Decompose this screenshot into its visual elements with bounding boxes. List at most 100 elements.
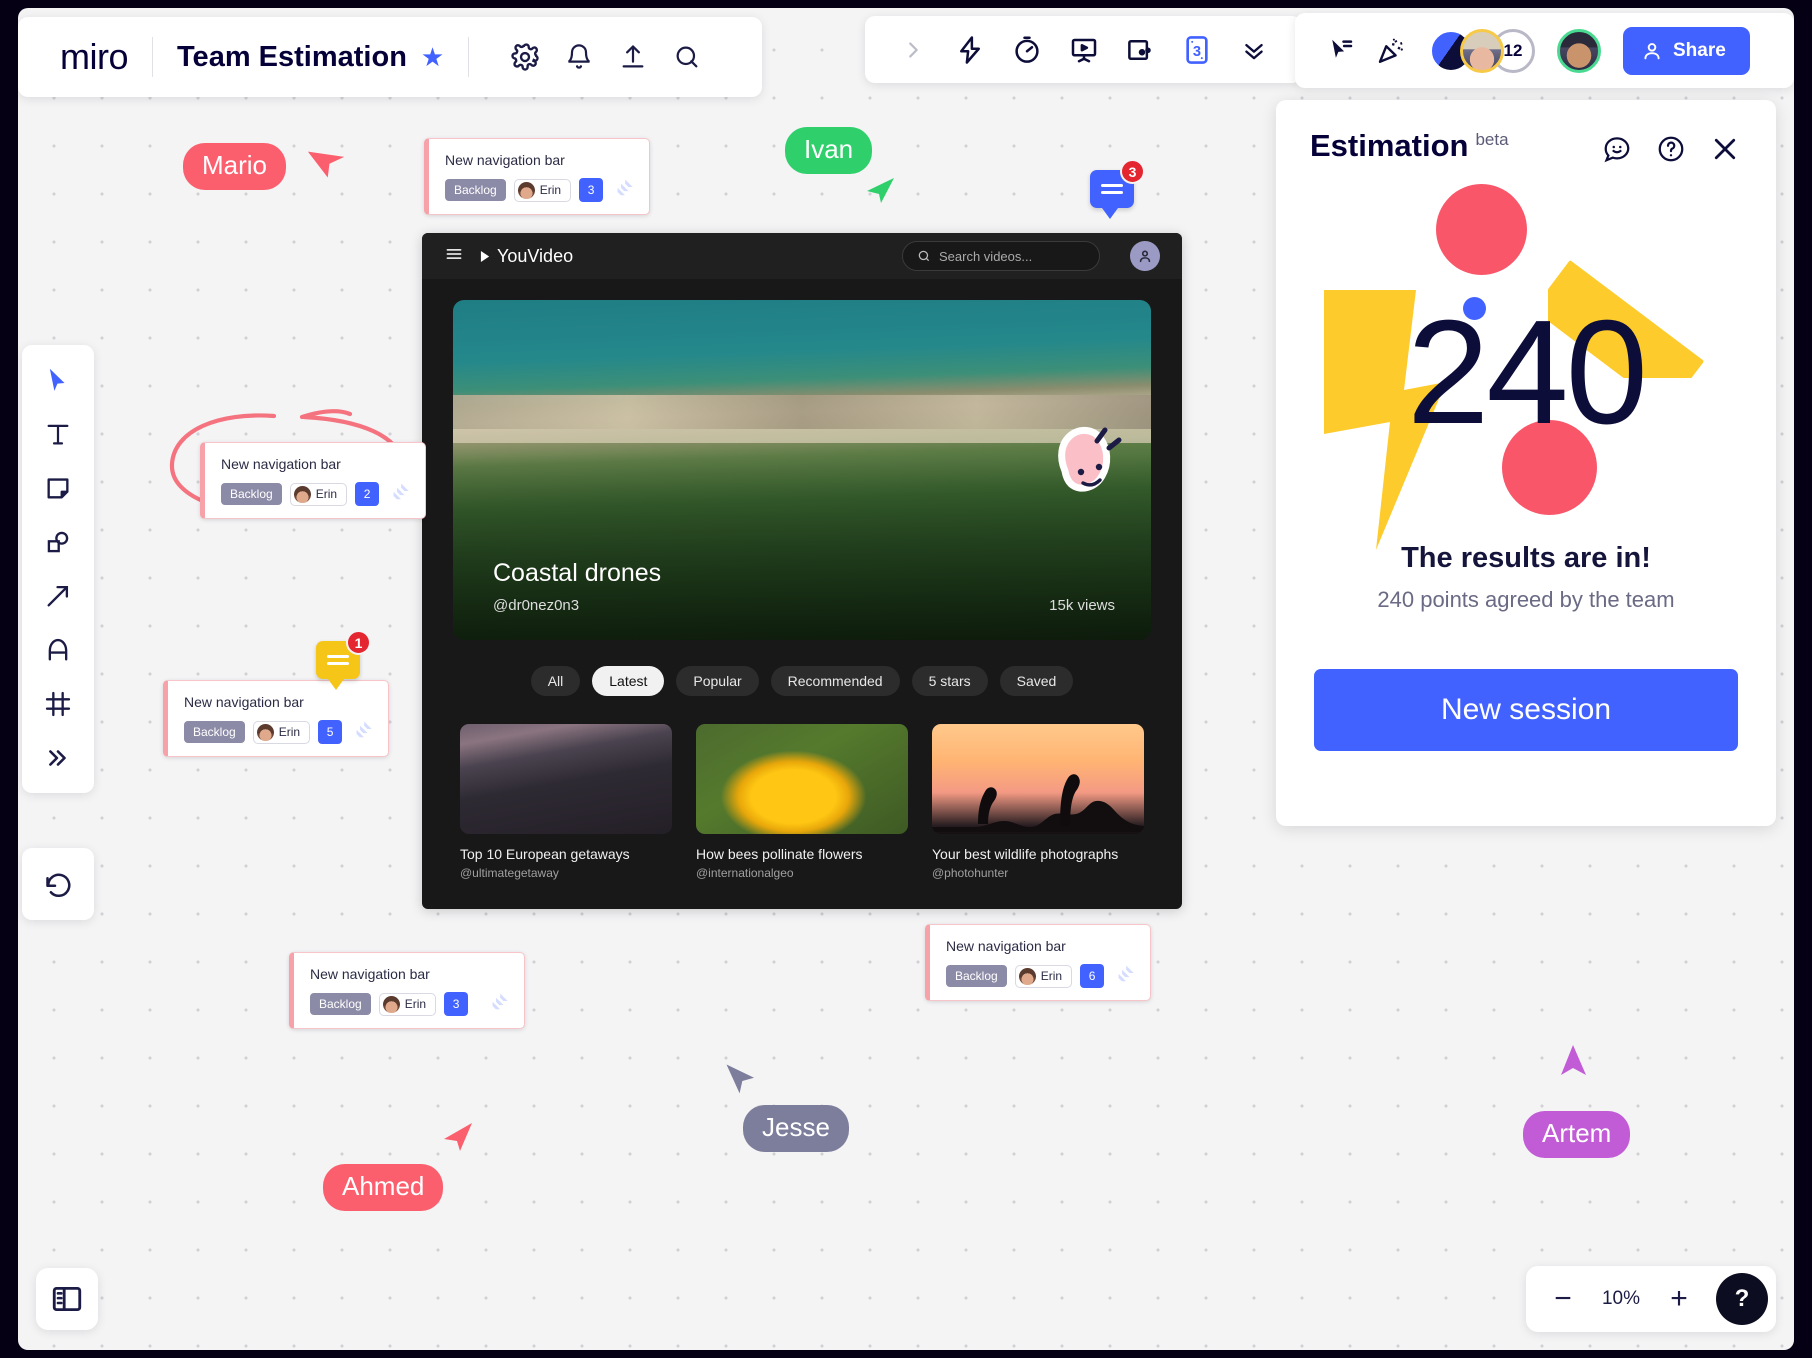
filter-pill[interactable]: Saved [999, 666, 1074, 696]
frame-tool[interactable] [35, 685, 81, 723]
red-circle-decoration [1436, 184, 1527, 275]
assignee-chip[interactable]: Erin [513, 178, 572, 202]
account-avatar[interactable] [1130, 241, 1160, 271]
star-icon[interactable]: ★ [421, 42, 444, 73]
cursor-arrow-jesse [726, 1064, 755, 1094]
help-button[interactable]: ? [1716, 1273, 1768, 1325]
featured-video-views: 15k views [1049, 597, 1115, 614]
timer-icon[interactable] [1006, 29, 1048, 71]
cursor-arrow-mario [308, 151, 345, 178]
app-toolbar: miro Team Estimation ★ [18, 17, 762, 97]
party-popper-icon[interactable] [1369, 29, 1413, 73]
connector-tool[interactable] [35, 577, 81, 615]
upload-icon[interactable] [611, 35, 655, 79]
assignee-chip[interactable]: Erin [1014, 964, 1073, 988]
collaborator-avatars[interactable]: 12 [1429, 28, 1535, 73]
close-icon[interactable] [1704, 128, 1746, 170]
pen-tool[interactable] [35, 631, 81, 669]
featured-video[interactable]: Coastal drones @dr0nez0n3 15k views [453, 300, 1151, 640]
filter-pill[interactable]: Latest [592, 666, 665, 696]
person-icon [1139, 250, 1151, 263]
video-chat-icon[interactable] [1119, 29, 1161, 71]
video-card[interactable]: Your best wildlife photographs @photohun… [932, 724, 1144, 880]
question-circle-icon[interactable] [1650, 128, 1692, 170]
issue-card[interactable]: New navigation bar Backlog Erin 6 [925, 924, 1151, 1001]
avatar-self[interactable] [1557, 28, 1601, 73]
issue-card[interactable]: New navigation bar Backlog Erin 3 [289, 952, 525, 1029]
avatar[interactable] [1460, 28, 1504, 73]
more-tools[interactable] [35, 739, 81, 777]
collaboration-toolbar: 12 Share [1295, 13, 1794, 88]
gear-icon[interactable] [503, 35, 547, 79]
cursor-ahmed: Ahmed [323, 1164, 444, 1211]
estimation-subtext: 240 points agreed by the team [1377, 587, 1675, 612]
assignee-chip[interactable]: Erin [289, 482, 348, 506]
filter-pill[interactable]: All [530, 666, 581, 696]
assignee-chip[interactable]: Erin [252, 720, 311, 744]
divider [152, 37, 153, 77]
status-badge: Backlog [445, 179, 506, 201]
comment-pin[interactable]: 3 [1090, 159, 1145, 219]
presentation-icon[interactable] [1063, 29, 1105, 71]
featured-video-author: @dr0nez0n3 [493, 597, 580, 614]
assignee-chip[interactable]: Erin [378, 992, 437, 1016]
filter-pill[interactable]: Recommended [770, 666, 900, 696]
smiley-chat-icon[interactable] [1596, 128, 1638, 170]
youvideo-brand-label: YouVideo [497, 245, 574, 266]
page-title[interactable]: Team Estimation [177, 41, 407, 74]
select-tool[interactable] [35, 361, 81, 399]
video-title: Top 10 European getaways [460, 846, 630, 862]
zoom-level[interactable]: 10% [1596, 1288, 1646, 1310]
bell-icon[interactable] [557, 35, 601, 79]
board-canvas[interactable]: miro Team Estimation ★ 3 12 Share YouVid… [18, 8, 1794, 1350]
lightning-bolt-icon[interactable] [949, 29, 991, 71]
double-chevron-down-icon[interactable] [1233, 29, 1275, 71]
estimation-panel: Estimation beta 240 The results are in! … [1276, 100, 1776, 826]
jira-icon [355, 720, 374, 744]
filter-pill[interactable]: Popular [676, 666, 759, 696]
story-points-badge: 3 [579, 178, 604, 202]
cursor-arrow-artem [1561, 1045, 1586, 1075]
issue-card[interactable]: New navigation bar Backlog Erin 3 [424, 138, 650, 215]
text-tool[interactable] [35, 415, 81, 453]
video-grid: Top 10 European getaways @ultimategetawa… [422, 696, 1182, 880]
zoom-out-button[interactable]: − [1548, 1284, 1578, 1314]
undo-icon[interactable] [43, 869, 73, 899]
sidebar-panel-icon[interactable] [36, 1268, 98, 1330]
assignee-name: Erin [404, 997, 427, 1011]
cursor-label: Mario [183, 143, 287, 190]
cursor-chat-icon[interactable] [1319, 29, 1363, 73]
issue-card[interactable]: New navigation bar Backlog Erin 5 [163, 680, 389, 757]
video-author: @photohunter [932, 866, 1009, 880]
new-session-button[interactable]: New session [1314, 669, 1738, 751]
estimation-card-icon[interactable]: 3 [1176, 29, 1218, 71]
undo-toolbar [22, 848, 94, 920]
comment-pin[interactable]: 1 [316, 630, 371, 690]
share-button[interactable]: Share [1623, 26, 1750, 75]
jira-icon [616, 178, 635, 202]
youvideo-header: YouVideo Search videos... [422, 233, 1182, 279]
issue-title: New navigation bar [184, 694, 304, 710]
miro-logo[interactable]: miro [60, 36, 129, 78]
sticky-note-tool[interactable] [35, 469, 81, 507]
cursor-label: Jesse [743, 1105, 849, 1152]
shapes-tool[interactable] [35, 523, 81, 561]
video-card[interactable]: Top 10 European getaways @ultimategetawa… [460, 724, 672, 880]
bubble-tail [1102, 208, 1118, 219]
video-thumbnail [696, 724, 908, 834]
expand-chevron-icon[interactable] [892, 29, 934, 71]
assignee-name: Erin [1040, 969, 1063, 983]
avatar [1018, 967, 1036, 985]
hamburger-menu-icon[interactable] [444, 244, 464, 269]
cursor-mario: Mario [183, 143, 287, 190]
zoom-in-button[interactable]: + [1664, 1284, 1694, 1314]
ok-hand-sticker[interactable] [1025, 405, 1135, 520]
issue-card[interactable]: New navigation bar Backlog Erin 2 [200, 442, 426, 519]
youvideo-mockup[interactable]: YouVideo Search videos... Coastal drones… [422, 233, 1182, 909]
video-author: @internationalgeo [696, 866, 794, 880]
search-input[interactable]: Search videos... [902, 241, 1100, 271]
video-card[interactable]: How bees pollinate flowers @internationa… [696, 724, 908, 880]
featured-video-title: Coastal drones [493, 559, 662, 587]
search-icon[interactable] [665, 35, 709, 79]
filter-pill[interactable]: 5 stars [911, 666, 988, 696]
